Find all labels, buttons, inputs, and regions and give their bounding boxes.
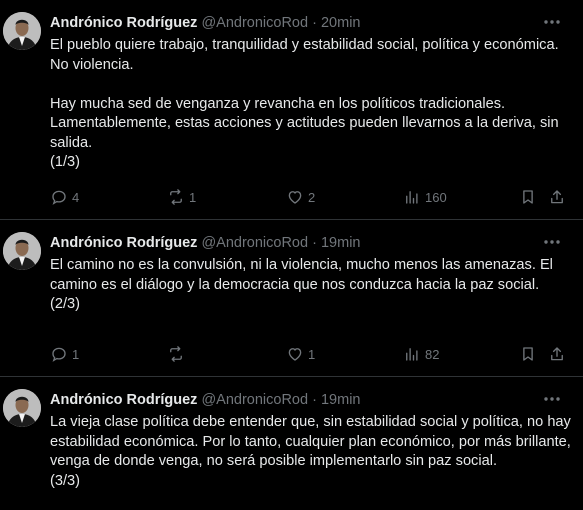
timestamp[interactable]: 19min [321, 235, 361, 251]
more-options-icon[interactable] [543, 391, 561, 405]
like-button[interactable]: 2 [286, 188, 315, 206]
repost-count: 1 [189, 189, 197, 205]
author-name[interactable]: Andrónico Rodríguez [50, 15, 197, 31]
tweet-3[interactable]: Andrónico Rodríguez @AndronicoRod · 19mi… [0, 377, 583, 510]
reply-icon [52, 347, 66, 362]
share-button[interactable] [548, 188, 566, 206]
more-options-icon[interactable] [543, 14, 561, 28]
more-options-icon[interactable] [543, 234, 561, 248]
profile-photo [3, 232, 41, 270]
views-count: 160 [425, 189, 447, 205]
views-button[interactable]: 82 [403, 345, 439, 363]
author-handle[interactable]: @AndronicoRod [201, 15, 308, 31]
tweet-header: Andrónico Rodríguez @AndronicoRod · 19mi… [50, 234, 360, 252]
avatar[interactable] [3, 389, 41, 427]
author-name[interactable]: Andrónico Rodríguez [50, 392, 197, 408]
views-count: 82 [425, 346, 440, 362]
tweet-header: Andrónico Rodríguez @AndronicoRod · 19mi… [50, 391, 360, 409]
reply-button[interactable]: 4 [50, 188, 79, 206]
reply-icon [52, 190, 66, 205]
analytics-icon [406, 191, 418, 204]
profile-photo [3, 389, 41, 427]
author-handle[interactable]: @AndronicoRod [201, 235, 308, 251]
bookmark-button[interactable] [519, 188, 537, 206]
author-handle[interactable]: @AndronicoRod [201, 392, 308, 408]
like-count: 2 [308, 189, 316, 205]
tweet-2[interactable]: Andrónico Rodríguez @AndronicoRod · 19mi… [0, 220, 583, 377]
share-button[interactable] [548, 345, 566, 363]
repost-button[interactable] [167, 345, 189, 363]
tweet-text: La vieja clase política debe entender qu… [50, 414, 571, 489]
repost-button[interactable]: 1 [167, 188, 196, 206]
author-name[interactable]: Andrónico Rodríguez [50, 235, 197, 251]
tweet-actions: 1 1 82 [50, 345, 570, 365]
tweet-1[interactable]: Andrónico Rodríguez @AndronicoRod · 20mi… [0, 0, 583, 220]
tweet-text: El pueblo quiere trabajo, tranquilidad y… [50, 37, 559, 170]
like-button[interactable]: 1 [286, 345, 315, 363]
repost-icon [170, 189, 182, 205]
analytics-icon [406, 348, 418, 361]
share-icon [551, 190, 563, 204]
heart-icon [288, 348, 302, 361]
bookmark-icon [523, 347, 533, 361]
bookmark-button[interactable] [519, 345, 537, 363]
profile-photo [3, 12, 41, 50]
separator-dot: · [312, 235, 317, 251]
tweet-header: Andrónico Rodríguez @AndronicoRod · 20mi… [50, 14, 360, 32]
views-button[interactable]: 160 [403, 188, 447, 206]
share-icon [551, 347, 563, 361]
reply-count: 4 [72, 189, 80, 205]
heart-icon [288, 191, 302, 204]
like-count: 1 [308, 346, 316, 362]
reply-count: 1 [72, 346, 80, 362]
separator-dot: · [312, 15, 317, 31]
timestamp[interactable]: 20min [321, 15, 361, 31]
timestamp[interactable]: 19min [321, 392, 361, 408]
separator-dot: · [312, 392, 317, 408]
repost-icon [170, 346, 182, 362]
tweet-text: El camino no es la convulsión, ni la vio… [50, 257, 553, 312]
avatar[interactable] [3, 232, 41, 270]
reply-button[interactable]: 1 [50, 345, 79, 363]
tweet-actions: 4 1 2 160 [50, 188, 570, 208]
bookmark-icon [523, 190, 533, 204]
avatar[interactable] [3, 12, 41, 50]
